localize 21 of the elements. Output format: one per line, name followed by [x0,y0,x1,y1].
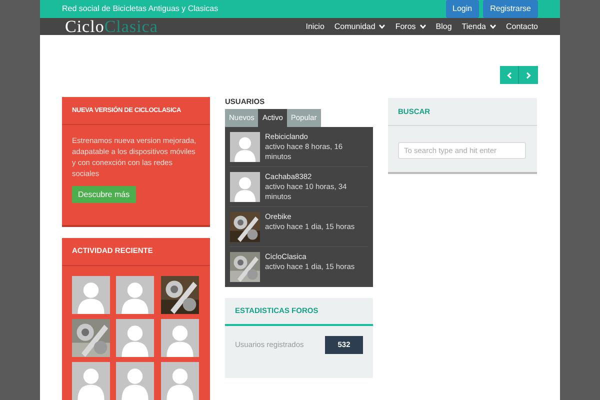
avatar-icon [160,362,199,400]
nav-link[interactable]: Comunidad [334,20,386,32]
avatar-icon [230,132,260,162]
nav-link[interactable]: Blog [436,20,452,32]
avatar-icon [116,276,154,314]
avatar-icon [116,362,154,400]
nav-link[interactable]: Contacto [506,20,538,32]
avatar-icon [160,318,199,356]
nav-link[interactable]: Foros [395,20,426,32]
avatar-icon [72,276,110,314]
nav-link[interactable]: Inicio [306,20,324,32]
avatar-icon [230,172,260,202]
logo[interactable]: CicloClasica [65,18,158,35]
header-button[interactable]: Registrarse [483,0,538,18]
chevron-right-icon [526,72,531,78]
chevron-left-icon [506,72,512,78]
nav-link[interactable]: Tienda [462,20,496,32]
header-button[interactable]: Login [446,0,480,18]
tagline: Red social de Bicicletas Antiguas y Clasicas [62,3,218,15]
avatar-icon [72,362,110,400]
avatar-icon [116,318,154,356]
